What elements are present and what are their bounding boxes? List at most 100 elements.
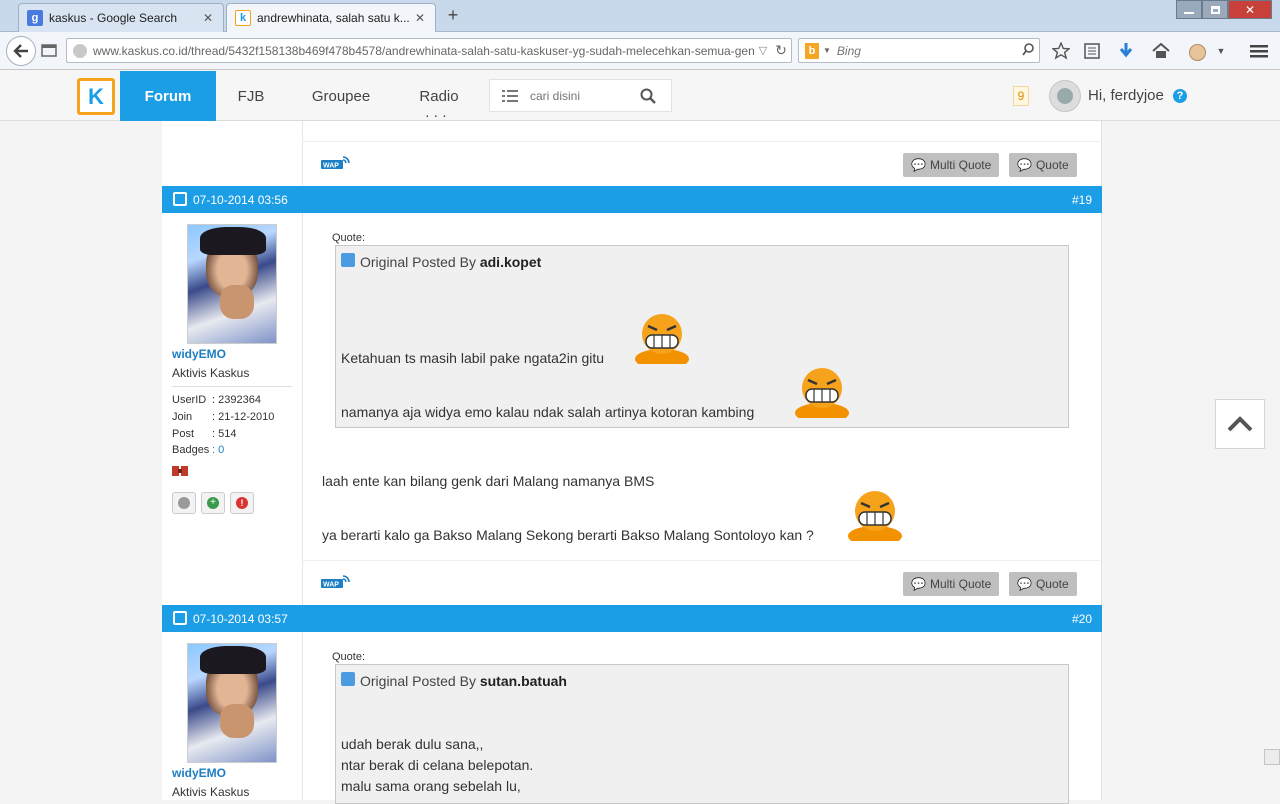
user-stat-join: Join: 21-12-2010 xyxy=(172,411,275,423)
grin-smiley-icon xyxy=(848,491,902,541)
quote-text: malu sama orang sebelah lu, xyxy=(341,778,521,794)
chat-icon: 💬 xyxy=(1017,577,1032,591)
quote-author[interactable]: sutan.batuah xyxy=(480,673,567,689)
home-icon[interactable] xyxy=(1150,41,1172,61)
quote-text: Ketahuan ts masih labil pake ngata2in gi… xyxy=(341,350,605,366)
quote-label: Quote xyxy=(1035,577,1069,591)
checkbox-icon[interactable] xyxy=(173,611,187,625)
quote-author[interactable]: adi.kopet xyxy=(480,254,541,270)
kaskus-header: K Forum FJB Groupee Radio 9 Hi, ferdyjoe… xyxy=(0,71,1280,121)
google-favicon-icon: g xyxy=(27,10,43,26)
wap-icon: WAP xyxy=(321,156,350,169)
user-column-prev xyxy=(162,121,303,186)
add-reputation-button[interactable]: + xyxy=(201,492,225,514)
bing-search-input[interactable] xyxy=(836,43,1017,58)
minimize-icon[interactable] xyxy=(1176,0,1202,19)
username[interactable]: widyEMO xyxy=(172,766,226,780)
cutoff-text-fragment: · · · xyxy=(425,113,447,123)
address-bar[interactable]: www.kaskus.co.id/thread/5432f158138b469f… xyxy=(66,38,792,63)
quote-button[interactable]: 💬 Quote xyxy=(1009,572,1077,596)
tab-title: andrewhinata, salah satu k... xyxy=(257,11,410,25)
kaskus-logo-icon[interactable]: K xyxy=(77,78,115,115)
list-icon[interactable] xyxy=(490,89,530,102)
plus-icon: + xyxy=(207,497,219,509)
user-stat-post: Post: 514 xyxy=(172,428,237,440)
grin-smiley-icon xyxy=(795,368,849,418)
user-avatar[interactable] xyxy=(1049,80,1081,112)
quote-button[interactable]: 💬 Quote xyxy=(1009,153,1077,177)
tab-google-search[interactable]: g kaskus - Google Search ✕ xyxy=(18,3,224,32)
user-avatar-image[interactable] xyxy=(187,224,277,344)
tab-kaskus-thread[interactable]: k andrewhinata, salah satu k... ✕ xyxy=(226,3,436,32)
back-icon[interactable] xyxy=(6,36,36,66)
chat-icon: 💬 xyxy=(911,158,926,172)
tab-title: kaskus - Google Search xyxy=(49,11,178,25)
kaskus-favicon-icon: k xyxy=(235,10,251,26)
post-text: ya berarti kalo ga Bakso Malang Sekong b… xyxy=(322,527,814,543)
url-text: www.kaskus.co.id/thread/5432f158138b469f… xyxy=(93,43,755,58)
post-date: 07-10-2014 03:56 xyxy=(193,193,288,207)
alert-icon: ! xyxy=(236,497,248,509)
chat-icon: 💬 xyxy=(1017,158,1032,172)
user-rank: Aktivis Kaskus xyxy=(172,366,250,380)
reading-list-icon[interactable] xyxy=(1082,41,1102,61)
search-icon[interactable] xyxy=(1017,42,1039,59)
post-text: laah ente kan bilang genk dari Malang na… xyxy=(322,473,655,489)
grin-smiley-icon xyxy=(635,314,689,364)
profile-avatar-icon[interactable] xyxy=(1186,41,1208,63)
post-date: 07-10-2014 03:57 xyxy=(193,612,288,626)
profile-dropdown-icon[interactable]: ▼ xyxy=(1214,44,1228,58)
close-window-icon[interactable]: ✕ xyxy=(1228,0,1272,19)
quote-attribution: Original Posted By sutan.batuah xyxy=(360,673,567,689)
dropdown-arrow-icon[interactable]: ▽ xyxy=(755,44,771,57)
checkbox-icon[interactable] xyxy=(173,192,187,206)
bookmark-star-icon[interactable] xyxy=(1050,41,1072,61)
profile-button[interactable] xyxy=(172,492,196,514)
multi-quote-label: Multi Quote xyxy=(929,577,992,591)
multi-quote-button[interactable]: 💬 Multi Quote xyxy=(903,153,1000,177)
post-number[interactable]: #20 xyxy=(1072,612,1092,626)
menu-groupee[interactable]: Groupee xyxy=(300,71,382,121)
scroll-to-top-button[interactable] xyxy=(1215,399,1265,449)
search-engine-dropdown-icon[interactable]: ▼ xyxy=(823,46,831,55)
report-button[interactable]: ! xyxy=(230,492,254,514)
multi-quote-button[interactable]: 💬 Multi Quote xyxy=(903,572,1000,596)
quote-attribution: Original Posted By adi.kopet xyxy=(360,254,542,270)
search-bar[interactable]: b ▼ xyxy=(798,38,1040,63)
menu-fjb[interactable]: FJB xyxy=(230,71,272,121)
post-footer: WAP 💬 Multi Quote 💬 Quote xyxy=(303,141,1102,187)
history-icon[interactable] xyxy=(40,42,58,58)
quote-text: ntar berak di celana belepotan. xyxy=(341,757,534,773)
download-icon[interactable] xyxy=(1116,41,1136,61)
username[interactable]: widyEMO xyxy=(172,347,226,361)
user-stat-userid: UserID: 2392364 xyxy=(172,394,261,406)
quote-link-icon[interactable] xyxy=(341,672,355,686)
close-tab-icon[interactable]: ✕ xyxy=(413,11,427,25)
post-number[interactable]: #19 xyxy=(1072,193,1092,207)
post-footer: WAP 💬 Multi Quote 💬 Quote xyxy=(303,560,1102,606)
quote-label: Quote xyxy=(1035,158,1069,172)
new-tab-icon[interactable]: + xyxy=(443,6,463,26)
hamburger-menu-icon[interactable] xyxy=(1248,41,1270,61)
help-icon[interactable]: ? xyxy=(1173,89,1187,103)
search-icon[interactable] xyxy=(630,88,666,104)
user-avatar-image[interactable] xyxy=(187,643,277,763)
browser-nav-bar: www.kaskus.co.id/thread/5432f158138b469f… xyxy=(0,32,1280,70)
quote-label: Quote: xyxy=(332,651,366,663)
quote-text: udah berak dulu sana,, xyxy=(341,736,484,752)
user-rank: Aktivis Kaskus xyxy=(172,785,250,799)
user-greeting[interactable]: Hi, ferdyjoe xyxy=(1088,87,1164,104)
quote-link-icon[interactable] xyxy=(341,253,355,267)
bing-icon: b xyxy=(805,42,819,59)
site-search-input[interactable] xyxy=(530,88,630,103)
reload-icon[interactable]: ↻ xyxy=(771,42,791,59)
menu-forum[interactable]: Forum xyxy=(120,71,216,121)
divider xyxy=(172,386,292,387)
close-tab-icon[interactable]: ✕ xyxy=(201,11,215,25)
badge-icon xyxy=(172,466,188,476)
user-stat-badges: Badges: 0 xyxy=(172,444,225,456)
quote-label: Quote: xyxy=(332,232,366,244)
scrollbar-thumb[interactable] xyxy=(1264,749,1280,765)
notification-count[interactable]: 9 xyxy=(1013,86,1029,106)
maximize-icon[interactable] xyxy=(1202,0,1228,19)
